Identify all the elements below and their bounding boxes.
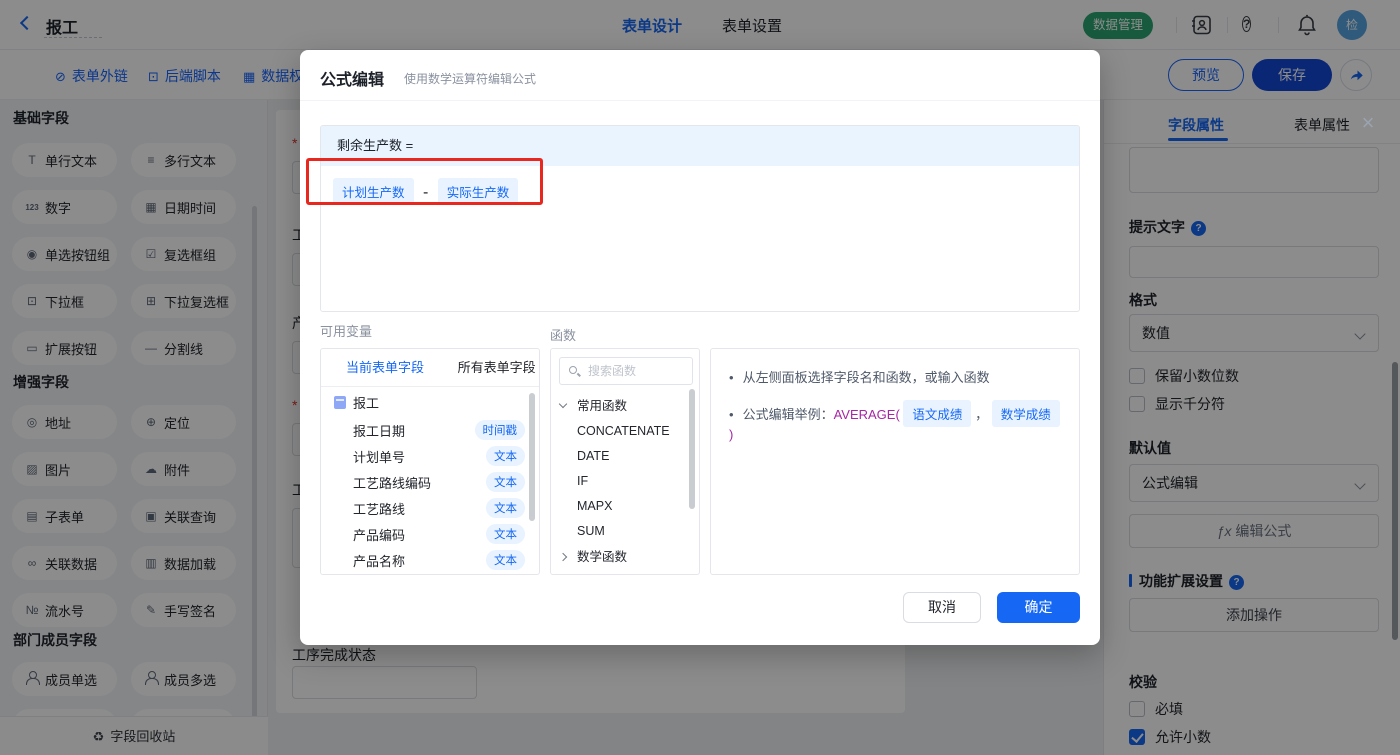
functions-label: 函数	[550, 328, 577, 343]
panel-scrollbar[interactable]	[529, 393, 535, 521]
variable-row[interactable]: 工艺路线 文本	[321, 495, 539, 521]
panel-scrollbar[interactable]	[689, 389, 695, 509]
function-group-text[interactable]: 文本函数	[551, 570, 699, 574]
chevron-down-icon	[558, 399, 568, 409]
variables-label: 可用变量	[320, 324, 373, 339]
type-badge: 文本	[486, 524, 525, 544]
modal-title: 公式编辑	[320, 72, 385, 89]
cancel-button[interactable]: 取消	[903, 592, 981, 623]
search-icon	[569, 366, 577, 374]
app-root: 报工 表单设计 表单设置 数据管理 ? 检 ⊘ 表单外链 ⊡ 后端脚本 ▦ 数据权 预…	[0, 0, 1400, 755]
function-name: AVERAGE(	[833, 407, 900, 422]
function-item[interactable]: IF	[551, 469, 699, 494]
annotation-highlight-box	[306, 158, 543, 205]
variable-row[interactable]: 工艺路线编码 文本	[321, 469, 539, 495]
function-item[interactable]: SUM	[551, 519, 699, 544]
example-field-token: 语文成绩	[903, 400, 972, 427]
variable-row[interactable]: 计划单号 文本	[321, 443, 539, 469]
modal-header: 公式编辑 使用数学运算符编辑公式	[300, 50, 1100, 101]
close-icon[interactable]: ×	[1355, 110, 1381, 136]
tab-all-form-fields[interactable]: 所有表单字段	[458, 360, 536, 375]
type-badge: 文本	[486, 550, 525, 570]
tips-panel: 从左侧面板选择字段名和函数，或输入函数 公式编辑举例：AVERAGE( 语文成绩…	[710, 348, 1080, 575]
example-field-token: 数学成绩	[991, 400, 1060, 427]
variables-panel: 当前表单字段 所有表单字段 报工 报工日期 时间戳 计划单号 文本 工艺路线编码 文本…	[320, 348, 540, 575]
function-search-input[interactable]: 搜索函数	[559, 357, 693, 385]
tip-line: 从左侧面板选择字段名和函数，或输入函数	[729, 367, 1063, 386]
formula-editor-box[interactable]: 剩余生产数 = 计划生产数 - 实际生产数	[320, 125, 1080, 312]
chevron-right-icon	[558, 552, 568, 562]
type-badge: 文本	[486, 472, 525, 492]
variable-row[interactable]: 产品编码 文本	[321, 521, 539, 547]
variables-tabs: 当前表单字段 所有表单字段	[321, 349, 539, 387]
function-group-common[interactable]: 常用函数	[551, 393, 699, 419]
function-item[interactable]: MAPX	[551, 494, 699, 519]
tip-example-line: 公式编辑举例：AVERAGE( 语文成绩 ， 数学成绩 )	[729, 400, 1063, 442]
formula-editor-modal: 公式编辑 使用数学运算符编辑公式 × 剩余生产数 = 计划生产数 - 实际生产数…	[300, 50, 1374, 645]
type-badge: 文本	[486, 498, 525, 518]
form-node-row[interactable]: 报工	[321, 387, 539, 417]
function-item[interactable]: CONCATENATE	[551, 419, 699, 444]
confirm-button[interactable]: 确定	[997, 592, 1080, 623]
variable-row[interactable]: 产品名称 文本	[321, 547, 539, 573]
type-badge: 时间戳	[474, 420, 525, 440]
functions-panel: 搜索函数 常用函数 CONCATENATE DATE IF MAPX SUM 数…	[550, 348, 700, 575]
form-doc-icon	[334, 395, 346, 409]
type-badge: 文本	[486, 446, 525, 466]
function-item[interactable]: DATE	[551, 444, 699, 469]
variable-row[interactable]: 报工日期 时间戳	[321, 417, 539, 443]
function-group-math[interactable]: 数学函数	[551, 544, 699, 570]
tab-current-form-fields[interactable]: 当前表单字段	[346, 360, 424, 375]
modal-subtitle: 使用数学运算符编辑公式	[404, 72, 537, 86]
